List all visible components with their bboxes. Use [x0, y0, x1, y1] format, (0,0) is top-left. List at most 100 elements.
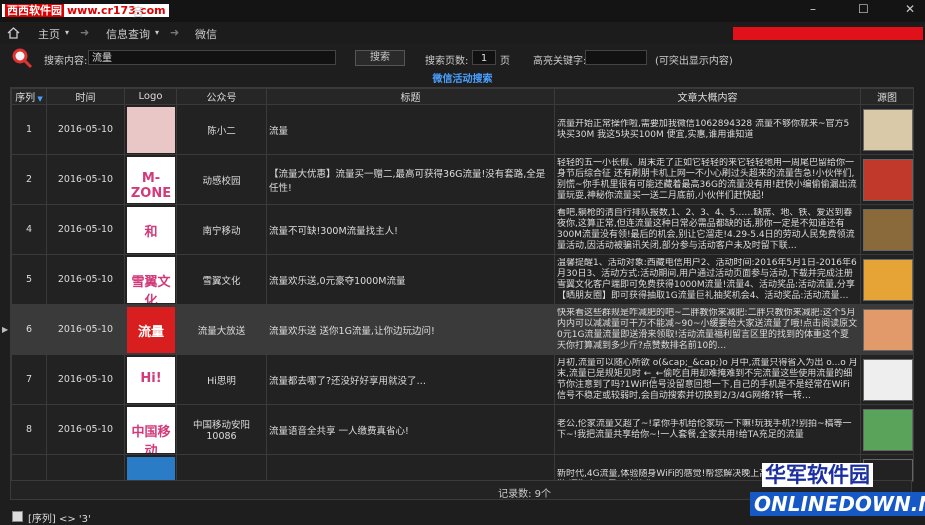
nav-item-wechat[interactable]: 微信: [195, 26, 217, 42]
current-row-indicator: ▶: [2, 325, 9, 334]
title-cell[interactable]: [266, 454, 555, 481]
source-image-cell[interactable]: [860, 104, 913, 155]
home-icon[interactable]: [7, 26, 20, 39]
account-cell[interactable]: 动感校园: [176, 154, 267, 205]
title-cell[interactable]: 【流量大优惠】流量买一赠二,最高可获得36G流量!没有套路,全是任性!: [266, 154, 555, 205]
redacted-bar: [733, 27, 923, 40]
account-logo: 和: [127, 206, 175, 253]
column-header[interactable]: 时间: [46, 88, 125, 105]
account-cell[interactable]: 流量大放送: [176, 304, 267, 355]
table-row[interactable]: 1 2016-05-10 陈小二 流量 流量开始正常操作啦,需要加我微信10628943…: [11, 104, 913, 155]
minimize-button[interactable]: –: [810, 2, 816, 16]
summary-cell[interactable]: 流量开始正常操作啦,需要加我微信1062894328 流量不够你就来~官方5块买…: [554, 104, 861, 155]
column-header[interactable]: 文章大概内容: [554, 88, 861, 105]
title-cell[interactable]: 流量: [266, 104, 555, 155]
logo-cell: 中国移动: [124, 404, 177, 455]
date-cell[interactable]: 2016-05-10: [46, 254, 125, 305]
grid-caption: 微信活动搜索: [432, 74, 493, 85]
title-cell[interactable]: 流量欢乐送 送你1G流量,让你边玩边问!: [266, 304, 555, 355]
window-title: 音: [132, 5, 145, 19]
summary-cell[interactable]: 轻轻的五一小长假、周末走了正如它轻轻的来它轻轻地用一周尾巴留给你一身节后综合征 …: [554, 154, 861, 205]
date-cell[interactable]: 2016-05-10: [46, 204, 125, 255]
source-image-cell[interactable]: [860, 254, 913, 305]
summary-text: 温馨提醒1、活动对象:西藏电信用户2、活动时间:2016年5月1日-2016年6…: [557, 257, 857, 301]
table-row[interactable]: 7 2016-05-10 Hi! Hi思明 流量都去哪了?还没好好享用就没了… 月初,流量…: [11, 354, 913, 405]
source-image-cell[interactable]: [860, 154, 913, 205]
date-cell[interactable]: [46, 454, 125, 481]
source-thumbnail: [863, 208, 913, 251]
arrow-icon: ➜: [170, 26, 180, 39]
search-icon: [12, 48, 33, 69]
summary-cell[interactable]: 快来看这些群规是咋减肥的吧~二胖教你来减肥:二胖只教你来减肥:这个5月内内可以减…: [554, 304, 861, 355]
account-cell[interactable]: 陈小二: [176, 104, 267, 155]
table-row[interactable]: 2 2016-05-10 M-ZONE 动感校园 【流量大优惠】流量买一赠二,最高可获得…: [11, 154, 913, 205]
seq-cell[interactable]: 8: [11, 404, 47, 455]
title-cell[interactable]: 流量语音全共享 一人缴费真省心!: [266, 404, 555, 455]
summary-text: 月初,流量可以随心所欲 o(&cap;_&cap;)o 月中,流量只得省入为出 …: [557, 357, 858, 401]
summary-cell[interactable]: 看吧,躺枪的清自行排队报数,1、2、3、4、5……缺席、地、铁、爱迟到春夜你,这…: [554, 204, 861, 255]
table-row[interactable]: 4 2016-05-10 和 南宁移动 流量不可缺!300M流量找主人! 看吧,躺枪的清自…: [11, 204, 913, 255]
account-logo: 流量: [127, 306, 175, 353]
close-button[interactable]: ✕: [905, 2, 915, 16]
logo-text: 中国移动: [131, 424, 171, 453]
seq-cell[interactable]: 6: [11, 304, 47, 355]
title-cell[interactable]: 流量不可缺!300M流量找主人!: [266, 204, 555, 255]
account-cell[interactable]: 中国移动安阳10086: [176, 404, 267, 455]
account-cell[interactable]: 雪翼文化: [176, 254, 267, 305]
date-cell[interactable]: 2016-05-10: [46, 104, 125, 155]
chevron-down-icon[interactable]: ▾: [155, 28, 159, 37]
source-image-cell[interactable]: [860, 304, 913, 355]
filter-text: [序列] <> '3': [28, 514, 91, 525]
title-cell[interactable]: 流量欢乐送,0元豪夺1000M流量: [266, 254, 555, 305]
column-header[interactable]: 公众号: [176, 88, 267, 105]
column-header[interactable]: Logo: [124, 88, 177, 105]
account-logo: [127, 106, 175, 153]
account-logo: Hi!: [127, 356, 175, 403]
column-header[interactable]: 标题: [266, 88, 555, 105]
summary-text: 流量开始正常操作啦,需要加我微信1062894328 流量不够你就来~官方5块买…: [557, 118, 850, 140]
results-grid: 序列 ▼ 时间 Logo 公众号 标题 文章大概内容 源图 1 2016-05-1…: [10, 87, 914, 482]
pages-stepper[interactable]: 1: [472, 50, 496, 65]
date-cell[interactable]: 2016-05-10: [46, 404, 125, 455]
column-header[interactable]: 源图: [860, 88, 913, 105]
summary-cell[interactable]: 温馨提醒1、活动对象:西藏电信用户2、活动时间:2016年5月1日-2016年6…: [554, 254, 861, 305]
highlight-input[interactable]: [585, 50, 647, 65]
source-thumbnail: [863, 358, 913, 401]
seq-cell[interactable]: 4: [11, 204, 47, 255]
source-image-cell[interactable]: [860, 354, 913, 405]
source-thumbnail: [863, 158, 913, 201]
filter-checkbox[interactable]: [12, 511, 23, 522]
title-bar: 西西软件园 www.cr173.com 音 – ☐ ✕: [0, 0, 925, 22]
title-cell[interactable]: 流量都去哪了?还没好好享用就没了…: [266, 354, 555, 405]
source-thumbnail: [863, 308, 913, 351]
table-row[interactable]: 5 2016-05-10 雪翼文化 雪翼文化 流量欢乐送,0元豪夺1000M流量 温馨提醒…: [11, 254, 913, 305]
search-input[interactable]: 流量: [88, 50, 336, 65]
seq-cell[interactable]: 2: [11, 154, 47, 205]
nav-item-query[interactable]: 信息查询: [106, 26, 150, 42]
nav-item-home[interactable]: 主页: [38, 26, 60, 42]
seq-cell[interactable]: 7: [11, 354, 47, 405]
column-header[interactable]: 序列 ▼: [11, 88, 47, 105]
date-cell[interactable]: 2016-05-10: [46, 154, 125, 205]
seq-cell[interactable]: 5: [11, 254, 47, 305]
maximize-button[interactable]: ☐: [858, 2, 869, 16]
source-image-cell[interactable]: [860, 204, 913, 255]
seq-cell[interactable]: [11, 454, 47, 481]
chevron-down-icon[interactable]: ▾: [65, 28, 69, 37]
summary-text: 轻轻的五一小长假、周末走了正如它轻轻的来它轻轻地用一周尾巴留给你一身节后综合征 …: [557, 157, 857, 201]
logo-text: M-ZONE: [130, 170, 172, 201]
search-button[interactable]: 搜索: [355, 50, 405, 66]
account-cell[interactable]: [176, 454, 267, 481]
table-row[interactable]: 6 2016-05-10 流量 流量大放送 流量欢乐送 送你1G流量,让你边玩边问! 快来…: [11, 304, 913, 355]
summary-cell[interactable]: 月初,流量可以随心所欲 o(&cap;_&cap;)o 月中,流量只得省入为出 …: [554, 354, 861, 405]
seq-cell[interactable]: 1: [11, 104, 47, 155]
logo-cell: 和: [124, 204, 177, 255]
account-cell[interactable]: Hi思明: [176, 354, 267, 405]
logo-cell: 雪翼文化: [124, 254, 177, 305]
date-cell[interactable]: 2016-05-10: [46, 354, 125, 405]
account-cell[interactable]: 南宁移动: [176, 204, 267, 255]
logo-text: 流量: [137, 324, 164, 340]
date-cell[interactable]: 2016-05-10: [46, 304, 125, 355]
brand-watermark: 华军软件园 ONLINEDOWN.NET: [750, 440, 925, 520]
logo-text: 和: [144, 224, 158, 240]
